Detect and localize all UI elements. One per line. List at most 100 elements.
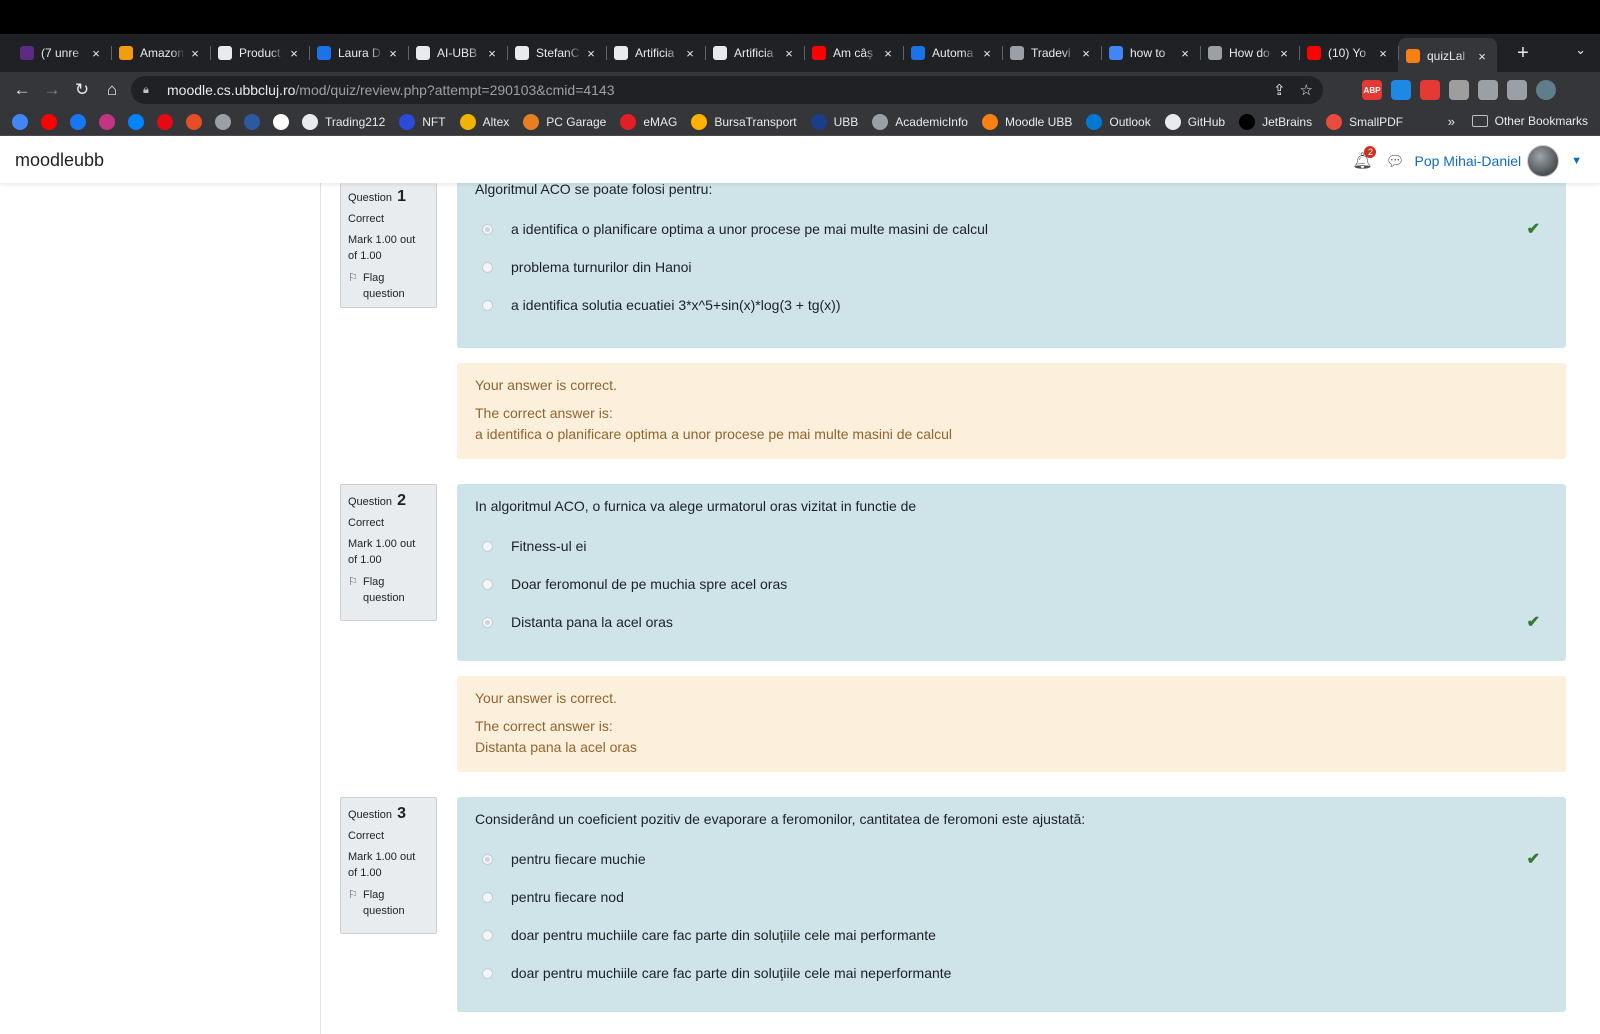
new-tab-button[interactable]: + [1511,42,1535,65]
bookmark-item[interactable]: Altex [459,113,509,130]
browser-tab[interactable]: (10) Yo × [1299,38,1398,68]
question-number-value: 3 [397,805,406,822]
answer-radio [482,223,493,235]
question-body: Considerând un coeficient pozitiv de eva… [457,797,1566,1012]
tab-close-icon[interactable]: × [188,46,202,61]
notifications-bell-icon[interactable]: 🔔︎ 2 [1351,146,1377,172]
tab-close-icon[interactable]: × [1079,46,1093,61]
browser-tab[interactable]: AI-UBB × [408,38,507,68]
browser-tab[interactable]: Am câș × [804,38,903,68]
other-bookmarks-folder[interactable]: Other Bookmarks [1471,114,1588,128]
browser-tab[interactable]: Product × [210,38,309,68]
bookmark-item[interactable]: Outlook [1086,113,1151,130]
bookmark-favicon-icon[interactable] [12,113,28,130]
bookmark-item[interactable]: Trading212 [302,113,385,130]
tab-close-icon[interactable]: × [287,46,301,61]
flag-question-link[interactable]: ⚐ Flag question [348,574,429,606]
bookmark-item[interactable]: BursaTransport [691,113,797,130]
tab-close-icon[interactable]: × [485,46,499,61]
address-bar[interactable]: 🔒︎ moodle.cs.ubbcluj.ro/mod/quiz/review.… [131,76,1323,104]
answer-radio [482,929,493,941]
browser-tab[interactable]: How do × [1200,38,1299,68]
bookmark-favicon-icon[interactable] [70,113,86,130]
bookmark-favicon-icon[interactable] [244,113,260,130]
tab-close-icon[interactable]: × [782,46,796,61]
tab-title: Product [239,46,281,60]
browser-tab[interactable]: Artificia × [705,38,804,68]
flag-question-link[interactable]: ⚐ Flag question [348,270,429,302]
bookmark-item[interactable]: PC Garage [523,113,606,130]
browser-tab[interactable]: (7 unre × [12,38,111,68]
more-bookmarks-chevron-icon[interactable]: » [1448,114,1455,129]
extension-icon[interactable] [1420,80,1440,100]
bookmark-favicon-icon [691,113,708,130]
answer-radio [482,616,493,628]
tab-close-icon[interactable]: × [1376,46,1390,61]
extension-icon[interactable] [1507,80,1527,100]
extension-icon[interactable] [1391,80,1411,100]
reload-icon[interactable]: ↻ [68,80,96,100]
answer-option: doar pentru muchiile care fac parte din … [482,925,936,945]
extension-icon[interactable] [1449,80,1469,100]
bookmark-item[interactable]: NFT [399,113,446,130]
bookmark-item[interactable]: GitHub [1164,113,1225,130]
tab-title: Am câș [833,46,874,60]
back-arrow-icon[interactable]: ← [8,80,36,100]
notification-count-badge: 2 [1364,146,1377,158]
answer-radio [482,967,493,979]
browser-tab[interactable]: Artificia × [606,38,705,68]
forward-arrow-icon[interactable]: → [38,80,66,100]
tab-close-icon[interactable]: × [980,46,994,61]
home-icon[interactable]: ⌂ [98,80,126,100]
lock-icon: 🔒︎ [143,83,149,96]
browser-tab[interactable]: Automa × [903,38,1002,68]
folder-icon [1471,115,1488,127]
tab-close-icon[interactable]: × [89,46,103,61]
adblock-extension-icon[interactable]: ABP [1362,80,1382,100]
browser-tab[interactable]: quizLal × [1398,38,1497,74]
bookmark-favicon-icon[interactable] [215,113,231,130]
site-brand[interactable]: moodleubb [15,150,104,171]
messages-icon[interactable]: 💬︎ [1385,152,1404,170]
user-name[interactable]: Pop Mihai-Daniel [1415,153,1522,169]
bookmark-favicon-icon [459,113,476,130]
flag-label: Flag [363,889,385,901]
bookmark-favicon-icon[interactable] [186,113,202,130]
bookmark-label: SmallPDF [1349,114,1404,129]
bookmark-favicon-icon[interactable] [128,113,144,130]
tab-close-icon[interactable]: × [386,46,400,61]
tab-close-icon[interactable]: × [881,46,895,61]
browser-tab[interactable]: Amazon × [111,38,210,68]
bookmark-item[interactable]: UBB [810,113,858,130]
extensions-puzzle-icon[interactable] [1478,80,1498,100]
bookmark-item[interactable]: eMAG [620,113,677,130]
browser-tab[interactable]: StefanC × [507,38,606,68]
tab-close-icon[interactable]: × [1475,49,1489,64]
avatar[interactable] [1527,145,1560,177]
user-menu-caret-icon[interactable]: ▼ [1571,155,1582,167]
bookmark-item[interactable]: SmallPDF [1326,113,1404,130]
browser-tab[interactable]: how to × [1101,38,1200,68]
bookmark-favicon-icon[interactable] [41,113,57,130]
bookmark-item[interactable]: JetBrains [1239,113,1312,130]
share-icon[interactable]: ⇪ [1273,81,1286,99]
tab-close-icon[interactable]: × [1277,46,1291,61]
correct-answer-text: Distanta pana la acel oras [475,739,637,755]
tab-favicon-icon [1010,46,1024,60]
bookmark-favicon-icon[interactable] [99,113,115,130]
browser-tab[interactable]: Tradevi × [1002,38,1101,68]
tab-close-icon[interactable]: × [584,46,598,61]
bookmark-item[interactable]: Moodle UBB [981,113,1072,130]
bookmark-favicon-icon[interactable] [157,113,173,130]
tab-close-icon[interactable]: × [683,46,697,61]
tab-close-icon[interactable]: × [1178,46,1192,61]
flag-question-link[interactable]: ⚐ Flag question [348,887,429,919]
profile-avatar-icon[interactable] [1536,80,1556,100]
star-icon[interactable]: ☆ [1300,81,1313,99]
question-text: Algoritmul ACO se poate folosi pentru: [475,183,713,197]
question-number: Question 3 [348,806,429,823]
tab-search-chevron-icon[interactable]: ⌄ [1575,42,1586,58]
bookmark-favicon-icon[interactable] [273,113,289,130]
bookmark-item[interactable]: AcademicInfo [872,113,968,130]
browser-tab[interactable]: Laura D × [309,38,408,68]
